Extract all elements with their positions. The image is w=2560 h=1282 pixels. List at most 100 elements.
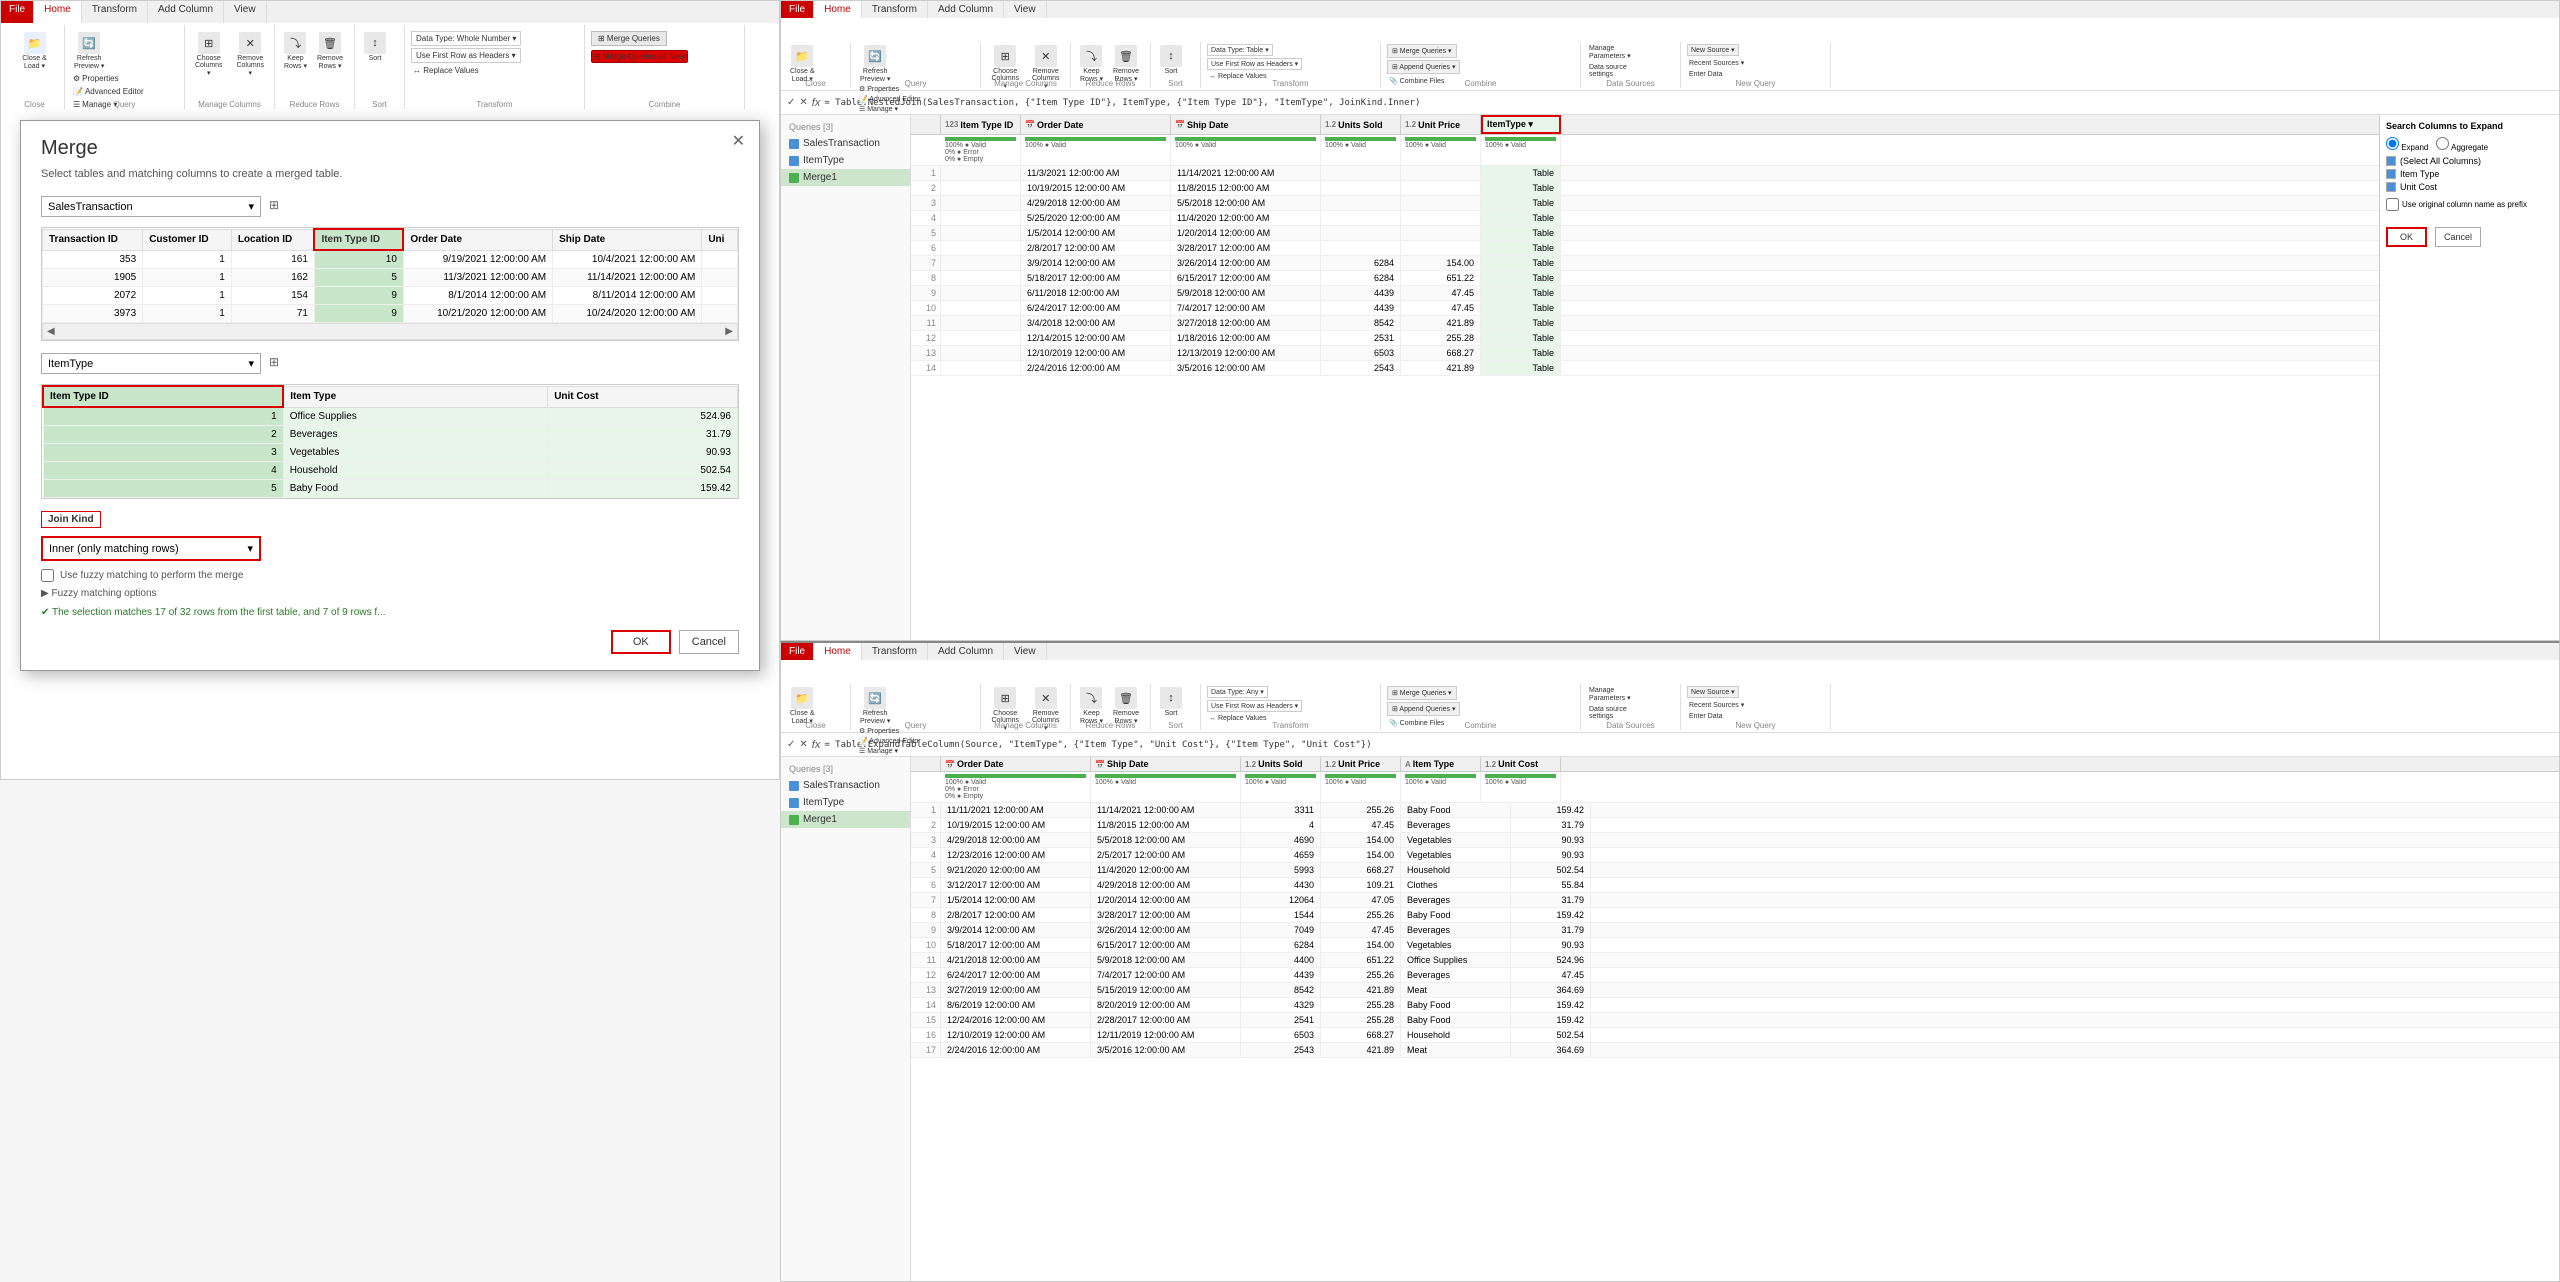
- rt-check-icon[interactable]: ✓: [787, 97, 795, 108]
- rt-expand-ok-btn[interactable]: OK: [2386, 227, 2427, 247]
- rt-col-units-sold[interactable]: 1.2 Units Sold: [1321, 115, 1401, 134]
- rb-query-itemtype[interactable]: ItemType: [781, 794, 910, 811]
- rt-merge-btn[interactable]: ⊞ Merge Queries ▾: [1387, 44, 1457, 58]
- rb-query-merge1[interactable]: Merge1: [781, 811, 910, 828]
- rt-manage-params-btn[interactable]: ManageParameters ▾: [1587, 44, 1633, 61]
- rt-select-all-opt[interactable]: (Select All Columns): [2386, 156, 2553, 166]
- col-uni[interactable]: Uni: [702, 229, 738, 250]
- rt-recent-sources-btn[interactable]: Recent Sources ▾: [1687, 58, 1746, 68]
- rt-sort-btn[interactable]: ↕ Sort: [1157, 44, 1185, 76]
- rb-enter-data-btn[interactable]: Enter Data: [1687, 712, 1724, 721]
- rt-aggregate-radio[interactable]: Aggregate: [2436, 137, 2488, 152]
- rt-remove-rows-btn[interactable]: 🗑 RemoveRows ▾: [1110, 44, 1142, 84]
- rt-addcol-tab[interactable]: Add Column: [928, 1, 1004, 18]
- bg-view-tab[interactable]: View: [224, 1, 267, 23]
- rt-append-btn[interactable]: ⊞ Append Queries ▾: [1387, 60, 1460, 74]
- rb-refresh-btn[interactable]: 🔄 RefreshPreview ▾: [857, 686, 893, 726]
- rb-manage-params-btn[interactable]: ManageParameters ▾: [1587, 686, 1633, 703]
- rb-col-item-type[interactable]: A Item Type: [1401, 757, 1481, 771]
- rb-new-source-btn[interactable]: New Source ▾: [1687, 686, 1739, 698]
- sort-btn[interactable]: ↕ Sort: [361, 31, 389, 63]
- close-dialog-btn[interactable]: ✕: [732, 131, 745, 151]
- rt-unit-cost-cb[interactable]: [2386, 182, 2396, 192]
- rt-formula-input[interactable]: [824, 98, 2553, 108]
- rb-col-order-date[interactable]: 📅 Order Date: [941, 757, 1091, 771]
- rt-data-sources-btn[interactable]: Data sourcesettings: [1587, 63, 1629, 79]
- first-row-headers-btn[interactable]: Use First Row as Headers ▾: [411, 48, 521, 63]
- rb-datatype-btn[interactable]: Data Type: Any ▾: [1207, 686, 1268, 698]
- rt-select-all-cb[interactable]: [2386, 156, 2396, 166]
- rb-append-btn[interactable]: ⊞ Append Queries ▾: [1387, 702, 1460, 716]
- col-item-type-id-1[interactable]: Item Type ID: [314, 229, 403, 250]
- rb-remove-rows-btn[interactable]: 🗑 RemoveRows ▾: [1110, 686, 1142, 726]
- rt-query-merge1[interactable]: Merge1: [781, 169, 910, 186]
- rb-close-btn[interactable]: 📁 Close &Load ▾: [787, 686, 818, 726]
- rb-col-units-sold[interactable]: 1.2 Units Sold: [1241, 757, 1321, 771]
- rb-adv-editor-btn[interactable]: 📝 Advanced Editor: [857, 736, 923, 746]
- col-unit-cost[interactable]: Unit Cost: [548, 386, 738, 407]
- refresh-preview-btn[interactable]: 🔄 RefreshPreview ▾: [71, 31, 107, 71]
- rt-expand-cancel-btn[interactable]: Cancel: [2435, 227, 2481, 247]
- rt-unit-cost-opt[interactable]: Unit Cost: [2386, 182, 2553, 192]
- rb-keep-rows-btn[interactable]: ⤵ KeepRows ▾: [1077, 686, 1106, 726]
- rt-manage-btn[interactable]: ☰ Manage ▾: [857, 104, 900, 114]
- remove-rows-btn[interactable]: 🗑 RemoveRows ▾: [314, 31, 346, 71]
- rt-col-ship-date[interactable]: 📅 Ship Date: [1171, 115, 1321, 134]
- rb-x-icon[interactable]: ✕: [799, 739, 807, 750]
- data-type-btn[interactable]: Data Type: Whole Number ▾: [411, 31, 521, 46]
- rt-col-order-date[interactable]: 📅 Order Date: [1021, 115, 1171, 134]
- rb-transform-tab[interactable]: Transform: [862, 643, 928, 660]
- rb-merge-btn[interactable]: ⊞ Merge Queries ▾: [1387, 686, 1457, 700]
- close-load-btn[interactable]: 📁 Close & Load ▾: [11, 31, 58, 71]
- merge-queries-new-btn[interactable]: ⊞ Merge Queries as New: [591, 50, 688, 63]
- fuzzy-options[interactable]: ▶ Fuzzy matching options: [41, 588, 739, 599]
- rb-col-ship-date[interactable]: 📅 Ship Date: [1091, 757, 1241, 771]
- dialog-cancel-btn[interactable]: Cancel: [679, 630, 739, 654]
- rt-datatype-btn[interactable]: Data Type: Table ▾: [1207, 44, 1273, 56]
- fuzzy-checkbox[interactable]: [41, 569, 54, 582]
- rt-firstrow-btn[interactable]: Use First Row as Headers ▾: [1207, 58, 1302, 70]
- choose-columns-btn[interactable]: ⊞ ChooseColumns ▾: [191, 31, 227, 78]
- bg-addcol-tab[interactable]: Add Column: [148, 1, 224, 23]
- rt-item-type-opt[interactable]: Item Type: [2386, 169, 2553, 179]
- col-customer-id[interactable]: Customer ID: [143, 229, 232, 250]
- rb-view-tab[interactable]: View: [1004, 643, 1047, 660]
- table2-selector[interactable]: ItemType ▾: [41, 353, 261, 374]
- advanced-editor-btn[interactable]: 📝 Advanced Editor: [71, 86, 146, 97]
- rb-formula-input[interactable]: [824, 740, 2553, 750]
- rt-query-itemtype[interactable]: ItemType: [781, 152, 910, 169]
- col-transaction-id[interactable]: Transaction ID: [43, 229, 143, 250]
- replace-values-btn[interactable]: ↔ Replace Values: [411, 65, 481, 76]
- keep-rows-btn[interactable]: ⤵ KeepRows ▾: [281, 31, 310, 71]
- bg-transform-tab[interactable]: Transform: [82, 1, 148, 23]
- table1-scroll[interactable]: ◀▶: [42, 323, 738, 340]
- col-item-type-id-2[interactable]: Item Type ID: [43, 386, 283, 407]
- rt-col-unit-price[interactable]: 1.2 Unit Price: [1401, 115, 1481, 134]
- rt-use-original-cb[interactable]: [2386, 198, 2399, 211]
- rt-file-tab[interactable]: File: [781, 1, 814, 18]
- rt-refresh-btn[interactable]: 🔄 RefreshPreview ▾: [857, 44, 893, 84]
- rb-firstrow-btn[interactable]: Use First Row as Headers ▾: [1207, 700, 1302, 712]
- rb-manage-btn[interactable]: ☰ Manage ▾: [857, 746, 900, 756]
- rt-x-icon[interactable]: ✕: [799, 97, 807, 108]
- rt-item-type-cb[interactable]: [2386, 169, 2396, 179]
- rt-view-tab[interactable]: View: [1004, 1, 1047, 18]
- rt-query-sales[interactable]: SalesTransaction: [781, 135, 910, 152]
- col-ship-date[interactable]: Ship Date: [553, 229, 702, 250]
- rb-col-unit-price[interactable]: 1.2 Unit Price: [1321, 757, 1401, 771]
- rb-home-tab[interactable]: Home: [814, 643, 862, 660]
- rt-close-btn[interactable]: 📁 Close &Load ▾: [787, 44, 818, 84]
- rb-check-icon[interactable]: ✓: [787, 739, 795, 750]
- col-order-date[interactable]: Order Date: [403, 229, 552, 250]
- bg-file-tab[interactable]: File: [1, 1, 34, 23]
- rb-file-tab[interactable]: File: [781, 643, 814, 660]
- rb-recent-sources-btn[interactable]: Recent Sources ▾: [1687, 700, 1746, 710]
- bg-home-tab[interactable]: Home: [34, 1, 82, 23]
- rt-enter-data-btn[interactable]: Enter Data: [1687, 70, 1724, 79]
- dialog-ok-btn[interactable]: OK: [611, 630, 671, 654]
- rt-col-itemtype[interactable]: ItemType ▾: [1481, 115, 1561, 134]
- rb-sort-btn[interactable]: ↕ Sort: [1157, 686, 1185, 718]
- rt-col-item-type-id[interactable]: 123 Item Type ID: [941, 115, 1021, 134]
- table1-selector[interactable]: SalesTransaction ▾: [41, 196, 261, 217]
- rt-new-source-btn[interactable]: New Source ▾: [1687, 44, 1739, 56]
